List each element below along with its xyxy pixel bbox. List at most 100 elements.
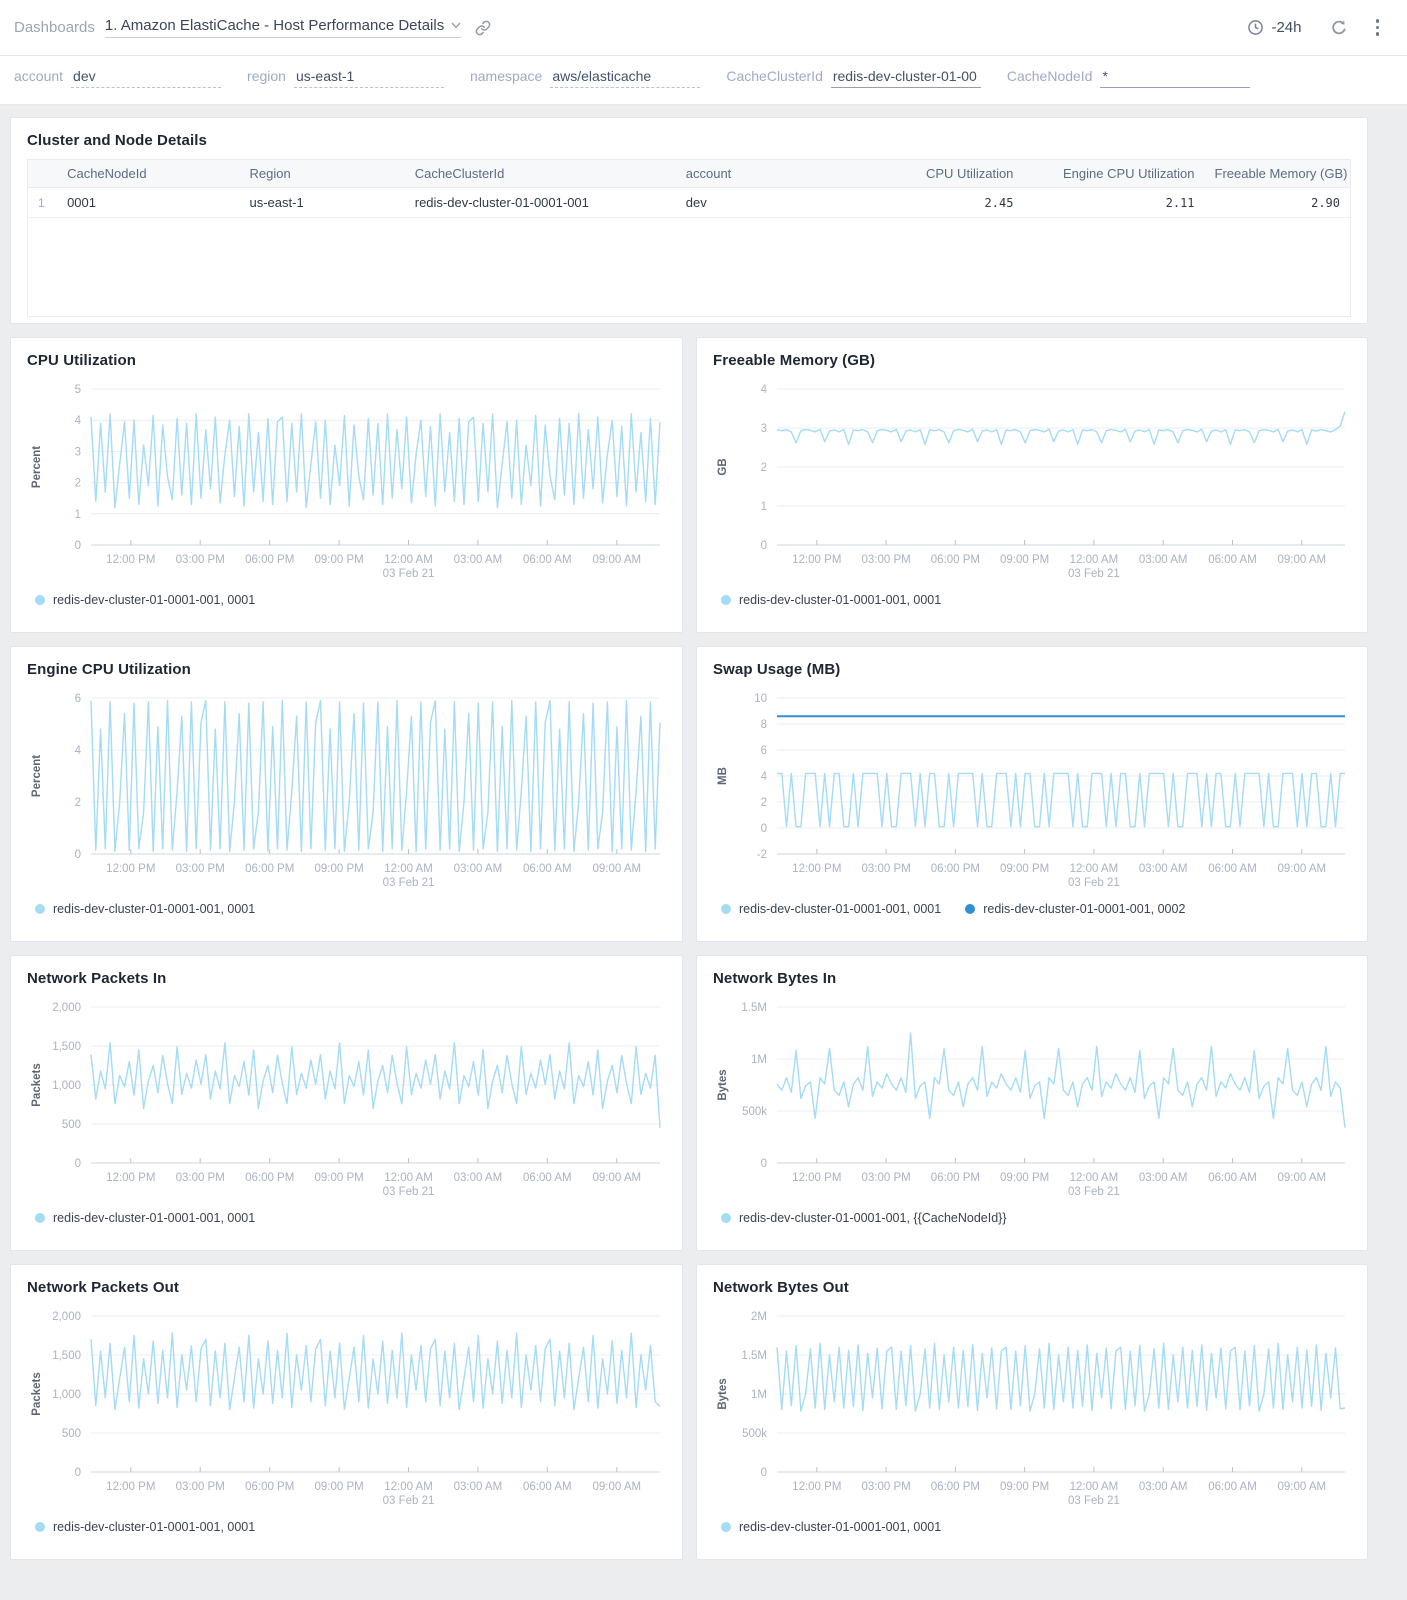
svg-text:3: 3	[761, 423, 767, 435]
svg-text:09:00 PM: 09:00 PM	[1000, 863, 1049, 875]
kebab-menu-icon[interactable]	[1374, 17, 1382, 38]
legend-label: redis-dev-cluster-01-0001-001, 0001	[53, 1211, 255, 1225]
legend-item[interactable]: redis-dev-cluster-01-0001-001, 0001	[721, 593, 941, 607]
legend-item[interactable]: redis-dev-cluster-01-0001-001, 0001	[721, 1520, 941, 1534]
svg-text:0: 0	[75, 849, 81, 861]
refresh-icon[interactable]	[1330, 19, 1348, 37]
chart-panel-network-bytes-in: Network Bytes In 0500k1M1.5MBytes12:00 P…	[696, 955, 1368, 1251]
chart-svg: 012345Percent12:00 PM03:00 PM06:00 PM09:…	[27, 379, 666, 585]
line-series	[91, 701, 660, 852]
svg-text:09:00 PM: 09:00 PM	[1000, 1172, 1049, 1184]
breadcrumb[interactable]: Dashboards	[14, 19, 95, 36]
chart-legend: redis-dev-cluster-01-0001-001, 0001	[27, 902, 666, 916]
chart-title: CPU Utilization	[27, 352, 666, 369]
legend-item[interactable]: redis-dev-cluster-01-0001-001, {{CacheNo…	[721, 1211, 1007, 1225]
table-row[interactable]: 10001us-east-1redis-dev-cluster-01-0001-…	[28, 188, 1350, 218]
svg-text:06:00 AM: 06:00 AM	[1208, 863, 1257, 875]
svg-text:0: 0	[761, 540, 767, 552]
svg-text:09:00 PM: 09:00 PM	[314, 863, 363, 875]
svg-text:03 Feb 21: 03 Feb 21	[383, 877, 435, 889]
column-header[interactable]: Region	[240, 160, 405, 188]
filter-cacheclusterid: CacheClusterId redis-dev-cluster-01-00	[726, 68, 981, 88]
legend-dot	[35, 1522, 45, 1532]
legend-label: redis-dev-cluster-01-0001-001, 0002	[983, 902, 1185, 916]
link-icon[interactable]	[475, 20, 491, 36]
legend-item[interactable]: redis-dev-cluster-01-0001-001, 0001	[35, 593, 255, 607]
legend-label: redis-dev-cluster-01-0001-001, {{CacheNo…	[739, 1211, 1007, 1225]
svg-text:Bytes: Bytes	[717, 1378, 729, 1409]
cluster-node-table: CacheNodeIdRegionCacheClusterIdaccountCP…	[28, 160, 1350, 218]
chart-panel-network-packets-out: Network Packets Out 05001,0001,5002,000P…	[10, 1264, 683, 1560]
chart-legend: redis-dev-cluster-01-0001-001, {{CacheNo…	[713, 1211, 1351, 1225]
svg-text:4: 4	[75, 415, 82, 427]
svg-text:0: 0	[761, 1158, 767, 1170]
svg-text:03:00 PM: 03:00 PM	[176, 1481, 225, 1493]
svg-text:03 Feb 21: 03 Feb 21	[1068, 877, 1120, 889]
filter-region: region us-east-1	[247, 68, 444, 88]
filter-value-input[interactable]: redis-dev-cluster-01-00	[831, 68, 981, 88]
chart-canvas[interactable]: 012345Percent12:00 PM03:00 PM06:00 PM09:…	[27, 379, 666, 585]
svg-text:03:00 AM: 03:00 AM	[1139, 863, 1188, 875]
chart-title: Swap Usage (MB)	[713, 661, 1351, 678]
svg-text:12:00 AM: 12:00 AM	[1070, 1172, 1119, 1184]
legend-item[interactable]: redis-dev-cluster-01-0001-001, 0001	[35, 1520, 255, 1534]
legend-item[interactable]: redis-dev-cluster-01-0001-001, 0002	[965, 902, 1185, 916]
svg-text:500: 500	[62, 1428, 81, 1440]
time-range-control[interactable]: -24h	[1247, 19, 1301, 36]
svg-text:03:00 PM: 03:00 PM	[861, 1172, 910, 1184]
chart-canvas[interactable]: 0500k1M1.5MBytes12:00 PM03:00 PM06:00 PM…	[713, 997, 1351, 1203]
svg-text:-2: -2	[757, 849, 767, 861]
svg-text:09:00 AM: 09:00 AM	[593, 554, 642, 566]
column-header[interactable]: CPU Utilization	[867, 160, 1023, 188]
chart-title: Network Packets In	[27, 970, 666, 987]
filter-cachenodeid: CacheNodeId *	[1007, 68, 1251, 88]
legend-item[interactable]: redis-dev-cluster-01-0001-001, 0001	[721, 902, 941, 916]
column-header[interactable]: CacheClusterId	[405, 160, 676, 188]
svg-text:09:00 AM: 09:00 AM	[1278, 1481, 1327, 1493]
legend-item[interactable]: redis-dev-cluster-01-0001-001, 0001	[35, 1211, 255, 1225]
filter-value-input[interactable]: aws/elasticache	[550, 68, 700, 88]
legend-item[interactable]: redis-dev-cluster-01-0001-001, 0001	[35, 902, 255, 916]
chart-legend: redis-dev-cluster-01-0001-001, 0001	[27, 1211, 666, 1225]
svg-text:06:00 AM: 06:00 AM	[523, 1172, 572, 1184]
chart-canvas[interactable]: 0246Percent12:00 PM03:00 PM06:00 PM09:00…	[27, 688, 666, 894]
svg-text:MB: MB	[717, 767, 729, 785]
column-header[interactable]: Engine CPU Utilization	[1023, 160, 1204, 188]
column-header[interactable]: account	[676, 160, 868, 188]
legend-dot	[721, 595, 731, 605]
svg-text:06:00 AM: 06:00 AM	[523, 863, 572, 875]
svg-text:03 Feb 21: 03 Feb 21	[383, 1186, 435, 1198]
line-series	[777, 1033, 1345, 1128]
svg-text:1,500: 1,500	[52, 1350, 81, 1362]
svg-text:12:00 PM: 12:00 PM	[792, 1481, 841, 1493]
filter-label: CacheNodeId	[1007, 68, 1093, 84]
chart-canvas[interactable]: -20246810MB12:00 PM03:00 PM06:00 PM09:00…	[713, 688, 1351, 894]
svg-text:03:00 PM: 03:00 PM	[176, 1172, 225, 1184]
column-header[interactable]: Freeable Memory (GB)	[1205, 160, 1350, 188]
filter-value-input[interactable]: us-east-1	[294, 68, 444, 88]
svg-text:06:00 AM: 06:00 AM	[1208, 1481, 1257, 1493]
legend-label: redis-dev-cluster-01-0001-001, 0001	[53, 593, 255, 607]
svg-text:12:00 AM: 12:00 AM	[1070, 554, 1119, 566]
svg-text:09:00 PM: 09:00 PM	[314, 1481, 363, 1493]
chart-legend: redis-dev-cluster-01-0001-001, 0001	[27, 1520, 666, 1534]
chart-canvas[interactable]: 05001,0001,5002,000Packets12:00 PM03:00 …	[27, 997, 666, 1203]
svg-text:1,000: 1,000	[52, 1389, 81, 1401]
svg-text:12:00 AM: 12:00 AM	[1070, 1481, 1119, 1493]
time-range-label: -24h	[1271, 19, 1301, 36]
chart-svg: 0246Percent12:00 PM03:00 PM06:00 PM09:00…	[27, 688, 666, 894]
filter-value-input[interactable]: dev	[71, 68, 221, 88]
dashboard-title-dropdown[interactable]: 1. Amazon ElastiCache - Host Performance…	[105, 17, 461, 38]
column-header[interactable]: CacheNodeId	[57, 160, 239, 188]
svg-text:09:00 AM: 09:00 AM	[593, 1481, 642, 1493]
svg-text:03:00 AM: 03:00 AM	[454, 863, 503, 875]
filter-value-input[interactable]: *	[1100, 68, 1250, 88]
chart-canvas[interactable]: 01234GB12:00 PM03:00 PM06:00 PM09:00 PM1…	[713, 379, 1351, 585]
svg-text:12:00 AM: 12:00 AM	[384, 554, 433, 566]
charts-grid: CPU Utilization 012345Percent12:00 PM03:…	[10, 337, 1368, 1574]
svg-text:2: 2	[75, 797, 81, 809]
top-bar: Dashboards 1. Amazon ElastiCache - Host …	[0, 0, 1407, 56]
chart-canvas[interactable]: 0500k1M1.5M2MBytes12:00 PM03:00 PM06:00 …	[713, 1306, 1351, 1512]
chart-canvas[interactable]: 05001,0001,5002,000Packets12:00 PM03:00 …	[27, 1306, 666, 1512]
table-cell: 2.45	[867, 188, 1023, 218]
